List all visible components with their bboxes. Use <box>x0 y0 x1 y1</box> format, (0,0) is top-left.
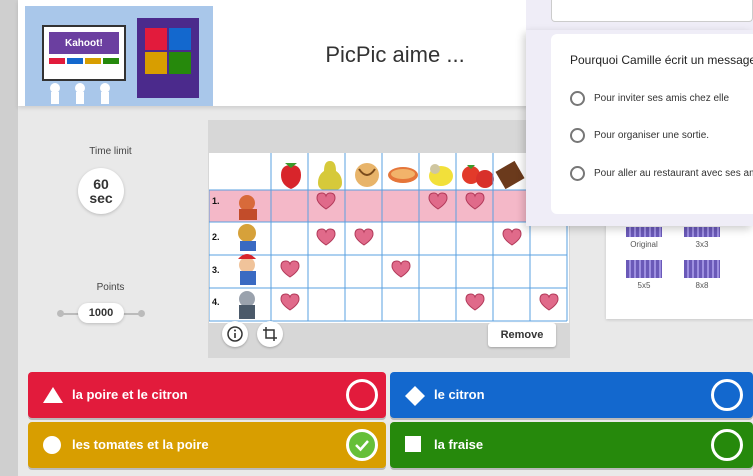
crop-thumb-icon <box>626 227 662 237</box>
popup-option-radio-3[interactable] <box>570 166 585 181</box>
row-number-4: 4. <box>212 297 220 307</box>
crop-option-3x3[interactable]: 3x3 <box>682 227 722 249</box>
answer-2-correct-toggle[interactable] <box>711 379 743 411</box>
settings-panel: Time limit 60 sec Points 1000 <box>18 106 203 366</box>
points-value[interactable]: 1000 <box>78 303 124 323</box>
answer-3-text[interactable]: les tomates et la poire <box>72 437 209 452</box>
heart-icon <box>391 260 411 278</box>
crop-option-label: 8x8 <box>695 281 709 290</box>
crop-option-8x8[interactable]: 8x8 <box>682 260 722 290</box>
question-image[interactable]: 1. 2. 3. 4. <box>208 153 569 323</box>
points-slider-dot-right <box>138 310 145 317</box>
row-number-1: 1. <box>212 196 220 206</box>
info-icon <box>227 326 243 342</box>
popup-option-label-2[interactable]: Pour organiser une sortie. <box>594 130 753 141</box>
heart-icon <box>316 228 336 246</box>
time-limit-value: 60 <box>93 176 109 192</box>
heart-icon <box>280 293 300 311</box>
square-icon <box>405 436 421 452</box>
question-title[interactable]: PicPic aime ... <box>300 42 490 68</box>
answer-1-correct-toggle[interactable] <box>346 379 378 411</box>
time-limit-label: Time limit <box>89 146 132 157</box>
strawberry-icon <box>281 163 301 189</box>
heart-icon <box>539 293 559 311</box>
answer-2[interactable]: le citron <box>390 372 753 418</box>
character-3-icon <box>238 254 256 285</box>
crop-thumb-icon <box>626 260 662 278</box>
remove-media-button[interactable]: Remove <box>488 323 556 347</box>
answer-3[interactable]: les tomates et la poire <box>28 422 386 468</box>
row-number-3: 3. <box>212 265 220 275</box>
popup-option-label-1[interactable]: Pour inviter ses amis chez elle <box>594 93 753 104</box>
crop-thumb-icon <box>684 227 720 237</box>
time-limit-button[interactable]: 60 sec <box>78 168 124 214</box>
grid-picture <box>208 153 568 322</box>
cover-image[interactable]: Kahoot! <box>25 6 213 106</box>
checkmark-icon <box>355 440 369 452</box>
popup-option-radio-1[interactable] <box>570 91 585 106</box>
heart-icon <box>280 260 300 278</box>
points-slider-dot-left <box>57 310 64 317</box>
heart-icon <box>502 228 522 246</box>
left-strip <box>0 0 18 476</box>
melon-icon <box>355 163 379 187</box>
triangle-icon <box>43 387 63 403</box>
answer-1-text[interactable]: la poire et le citron <box>72 387 188 402</box>
crop-thumb-icon <box>684 260 720 278</box>
answer-4-text[interactable]: la fraise <box>434 437 483 452</box>
info-button[interactable] <box>222 321 248 347</box>
time-limit-unit: sec <box>89 190 113 206</box>
heart-icon <box>354 228 374 246</box>
crop-option-label: 5x5 <box>637 281 651 290</box>
answer-4[interactable]: la fraise <box>390 422 753 468</box>
points-label: Points <box>96 282 125 293</box>
popup-option-radio-2[interactable] <box>570 128 585 143</box>
cover-illustration <box>25 6 213 106</box>
popup-option-label-3[interactable]: Pour aller au restaurant avec ses amis <box>594 168 753 179</box>
app-surface: Kahoot! PicPic aime ... Time limit 60 se… <box>0 0 753 476</box>
circle-icon <box>43 436 61 454</box>
character-2-icon <box>238 224 256 251</box>
cover-brand-text: Kahoot! <box>65 38 103 49</box>
heart-icon <box>465 293 485 311</box>
row-number-2: 2. <box>212 232 220 242</box>
answer-2-text[interactable]: le citron <box>434 387 485 402</box>
crop-option-5x5[interactable]: 5x5 <box>624 260 664 290</box>
answer-3-correct-toggle[interactable] <box>346 429 378 461</box>
crop-options-panel: Original 3x3 5x5 8x8 <box>606 224 753 319</box>
pizza-icon <box>388 167 418 183</box>
lemon-icon <box>429 164 453 186</box>
tomatoes-icon <box>462 165 494 188</box>
popup-question-text: Pourquoi Camille écrit un message ? <box>570 53 753 67</box>
popup-previous-card <box>551 0 753 22</box>
answer-4-correct-toggle[interactable] <box>711 429 743 461</box>
pear-icon <box>318 161 342 191</box>
chocolate-icon <box>495 160 525 190</box>
crop-icon <box>263 327 277 341</box>
answer-1[interactable]: la poire et le citron <box>28 372 386 418</box>
crop-option-label: 3x3 <box>695 240 709 249</box>
character-4-icon <box>239 291 255 319</box>
diamond-icon <box>405 386 425 406</box>
crop-option-original[interactable]: Original <box>624 227 664 249</box>
crop-button[interactable] <box>257 321 283 347</box>
crop-option-label: Original <box>630 240 658 249</box>
